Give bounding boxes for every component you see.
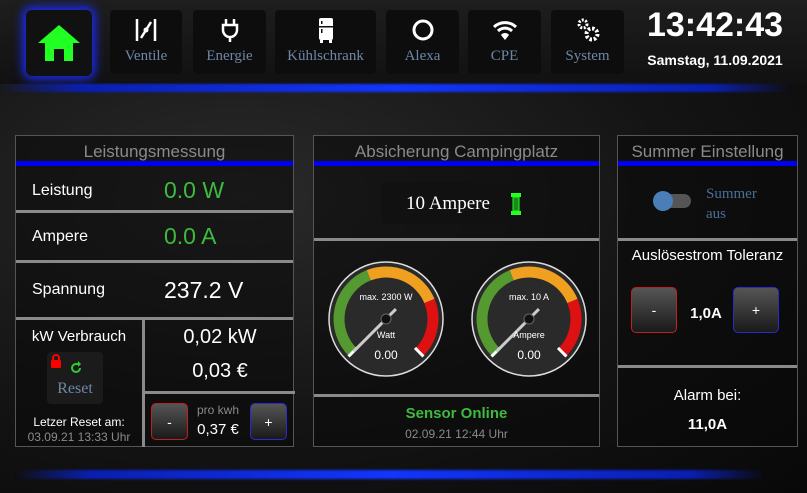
glow-divider	[15, 470, 765, 479]
tolerance-value: 1,0A	[690, 305, 722, 322]
fuse-select[interactable]: 10 Ampere	[382, 182, 538, 224]
gauge-hub	[523, 313, 535, 325]
divider	[314, 394, 599, 397]
row-value: 0.0 A	[164, 223, 217, 249]
clock-date: Samstag, 11.09.2021	[647, 52, 783, 68]
nav-label: Ventile	[124, 48, 168, 64]
divider	[618, 238, 797, 241]
fridge-icon	[318, 18, 333, 43]
alarm-value: 11,0A	[687, 416, 728, 433]
divider	[618, 365, 797, 368]
panel-title: Summer Einstellung	[618, 136, 797, 166]
gauge-value: 0.00	[374, 348, 398, 362]
tolerance-label: Auslösestrom Toleranz	[631, 247, 784, 264]
plug-icon	[221, 19, 238, 42]
divider	[16, 317, 293, 320]
nav-cpe[interactable]: CPE	[468, 10, 541, 74]
alarm-label: Alarm bei:	[673, 387, 742, 404]
last-reset-time: 03.09.21 13:33 Uhr	[27, 430, 131, 444]
price-minus-button[interactable]: -	[151, 403, 188, 440]
nav-kuehlschrank[interactable]: Kühlschrank	[275, 10, 376, 74]
row-value: 0.0 W	[164, 177, 225, 203]
gauge-unit: Ampere	[513, 330, 545, 340]
home-button[interactable]	[26, 10, 92, 76]
row-value: 237.2 V	[164, 276, 244, 303]
nav-label: Kühlschrank	[287, 48, 364, 64]
reset-button[interactable]: Reset	[47, 352, 103, 404]
row-label: Ampere	[32, 227, 89, 245]
nav-label: CPE	[490, 48, 519, 64]
alexa-ring-icon	[412, 19, 433, 41]
nav-system[interactable]: System	[551, 10, 624, 74]
last-reset-label: Letzer Reset am:	[33, 415, 125, 429]
nav-label: Alexa	[404, 48, 441, 64]
nav-energie[interactable]: Energie	[193, 10, 266, 74]
gauges: max. 2300 W Watt 0.00 max. 10 A Ampere 0.00	[328, 261, 587, 377]
glow-divider	[0, 84, 790, 92]
panel-title: Leistungsmessung	[16, 136, 293, 166]
tolerance-minus-button[interactable]: -	[631, 287, 677, 333]
divider	[145, 391, 295, 394]
row-label: Leistung	[32, 181, 93, 199]
price-label: pro kwh	[196, 403, 240, 417]
power-panel: Leistungsmessung Leistung 0.0 W Ampere 0…	[15, 135, 295, 447]
gauge-value: 0.00	[517, 348, 541, 362]
row-leistung: Leistung 0.0 W	[16, 171, 293, 210]
clock-time: 13:42:43	[646, 6, 784, 44]
consumption-cost: 0,03 €	[192, 360, 248, 382]
row-label: Spannung	[32, 281, 105, 298]
gauge-max-label: max. 10 A	[509, 292, 549, 302]
home-icon	[38, 25, 80, 61]
toggle-label: Summer aus	[706, 186, 757, 222]
row-ampere: Ampere 0.0 A	[16, 213, 293, 260]
fuse-panel: Absicherung Campingplatz 10 Ampere max. …	[313, 135, 600, 447]
wifi-icon	[492, 21, 517, 40]
nav-alexa[interactable]: Alexa	[386, 10, 459, 74]
lock-icon	[51, 354, 61, 368]
buzzer-toggle[interactable]	[653, 191, 691, 211]
refresh-icon	[71, 361, 81, 373]
fuse-icon	[511, 193, 521, 215]
consumption-label: kW Verbrauch	[31, 328, 127, 345]
gears-icon	[577, 18, 599, 42]
price-value: 0,37 €	[197, 421, 239, 438]
gauge-max-label: max. 2300 W	[359, 292, 413, 302]
reset-label: Reset	[57, 380, 93, 397]
nav-ventile[interactable]: Ventile	[110, 10, 182, 74]
buzzer-panel: Summer Einstellung Summer aus Auslösestr…	[617, 135, 798, 447]
consumption-kw: 0,02 kW	[183, 326, 257, 348]
row-spannung: Spannung 237.2 V	[16, 263, 293, 317]
sensor-time: 02.09.21 12:44 Uhr	[405, 427, 508, 441]
nav-label: Energie	[206, 48, 253, 64]
panel-title: Absicherung Campingplatz	[314, 136, 599, 166]
price-plus-button[interactable]: +	[250, 403, 287, 440]
gauge-unit: Watt	[377, 330, 396, 340]
toggle-knob	[653, 191, 673, 211]
sensor-status: Sensor Online	[405, 405, 508, 422]
fuse-value: 10 Ampere	[406, 193, 490, 214]
nav-label: System	[565, 48, 610, 64]
valve-icon	[135, 19, 157, 41]
tolerance-plus-button[interactable]: +	[733, 287, 779, 333]
gauge-hub	[380, 313, 392, 325]
